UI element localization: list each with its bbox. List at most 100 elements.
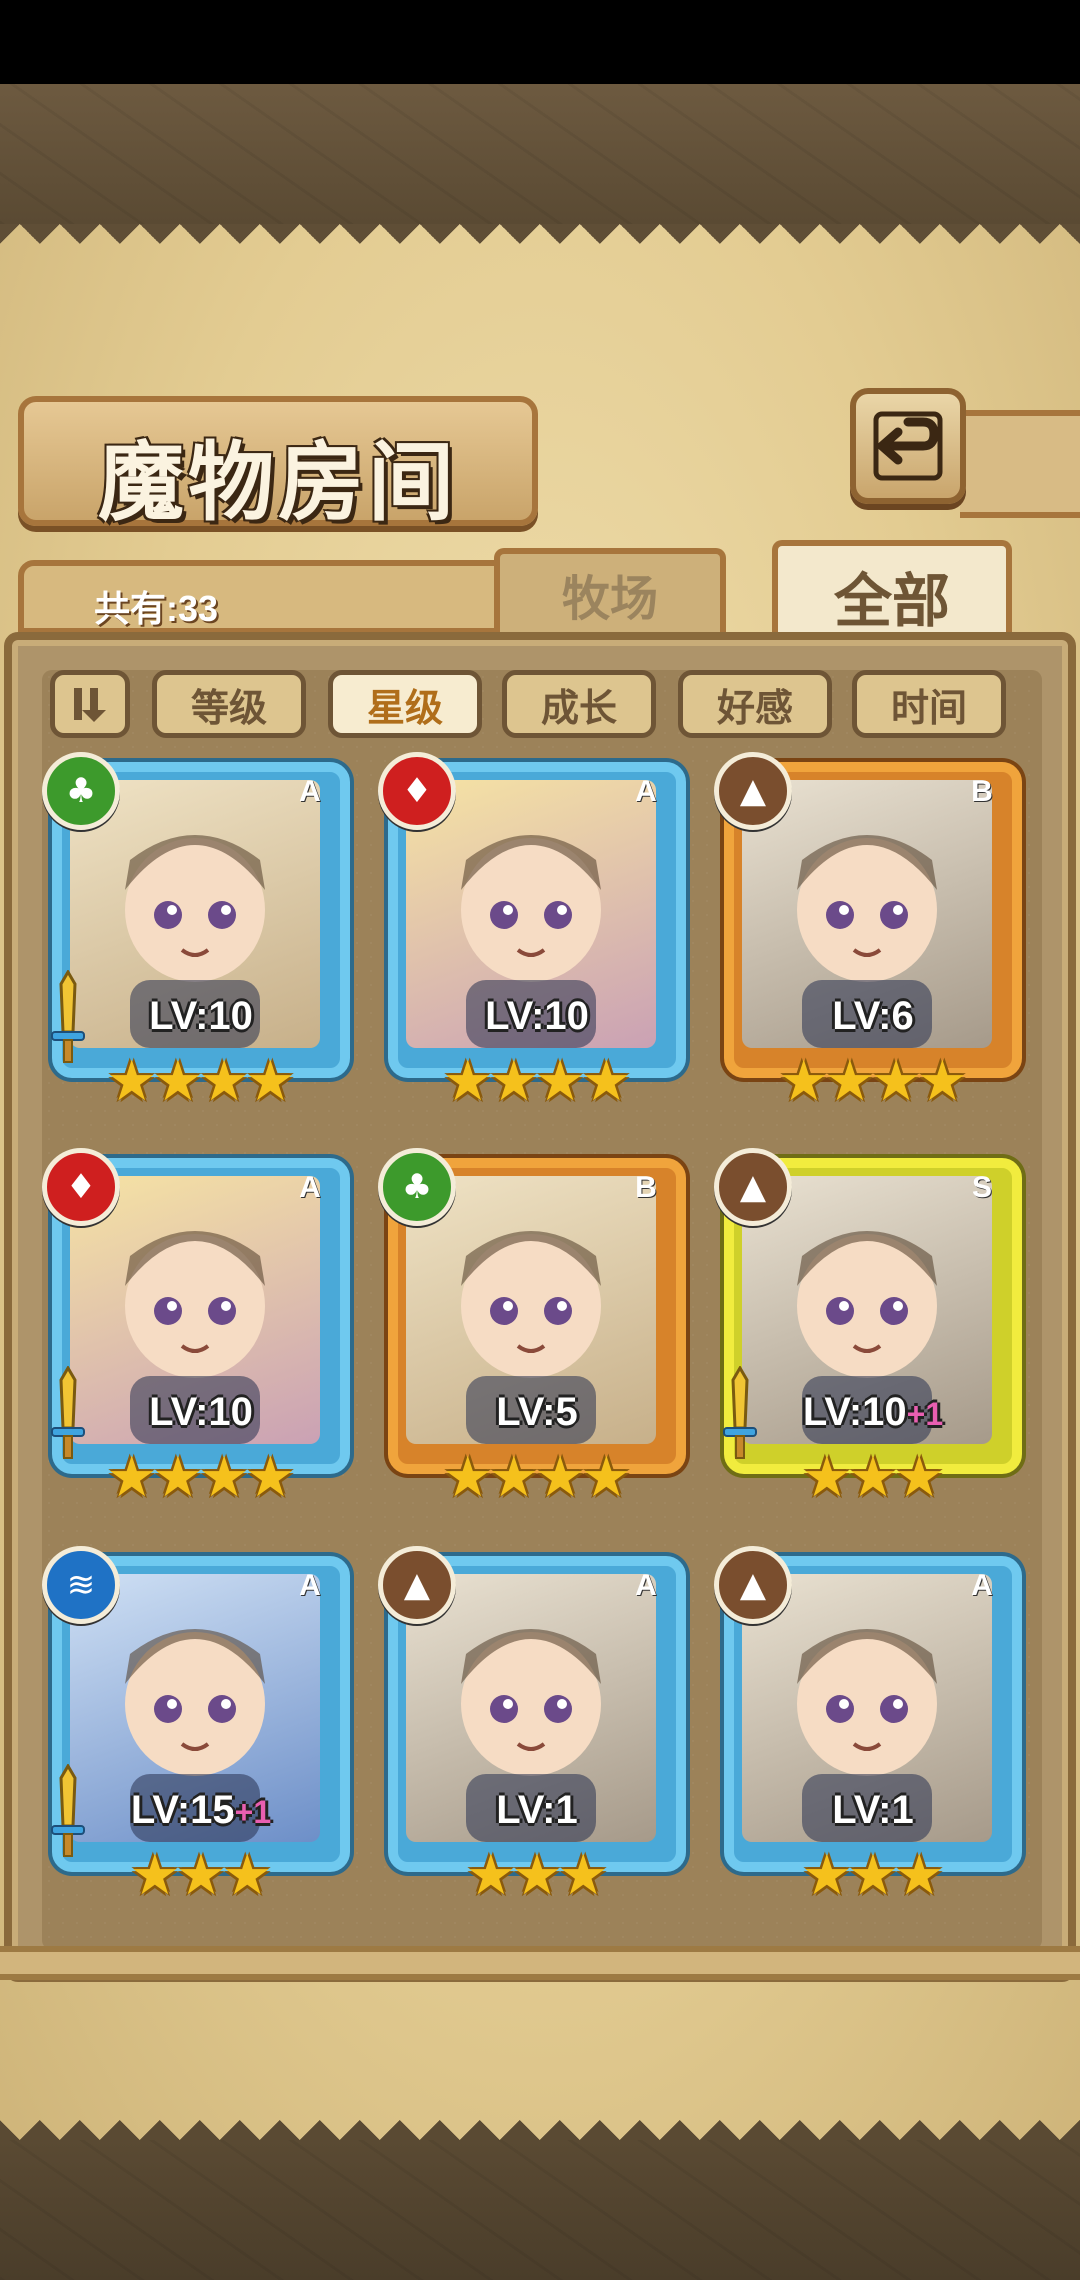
level-value: LV:1 bbox=[832, 1788, 914, 1832]
level-label: LV:10 bbox=[382, 994, 692, 1039]
star-icon: ★ bbox=[129, 1843, 180, 1908]
star-rating: ★★★★ bbox=[382, 1054, 692, 1110]
monster-card[interactable]: A ▲ LV:1 ★★★ bbox=[378, 1546, 692, 1920]
level-label: LV:10 bbox=[46, 994, 356, 1039]
star-icon: ★ bbox=[801, 1445, 852, 1510]
sort-direction-icon bbox=[74, 688, 106, 722]
rank-badge: A bbox=[971, 1569, 993, 1602]
nature-element-icon: ♣ bbox=[378, 1148, 456, 1226]
rank-badge: A bbox=[635, 775, 657, 808]
page-title: 魔物房间 bbox=[98, 432, 458, 533]
status-bar bbox=[0, 0, 1080, 84]
star-icon: ★ bbox=[511, 1843, 563, 1908]
sort-affection-button[interactable]: 好感 bbox=[678, 670, 832, 738]
level-value: LV:5 bbox=[496, 1390, 578, 1434]
star-rating: ★★★ bbox=[382, 1848, 692, 1904]
level-value: LV:6 bbox=[832, 994, 914, 1038]
monster-card[interactable]: B ▲ LV:6 ★★★★ bbox=[714, 752, 1028, 1126]
panel-bottom-rail bbox=[0, 1946, 1080, 1980]
monster-card[interactable]: A ♦ LV:10 ★★★★ bbox=[42, 1148, 356, 1522]
level-label: LV:15+1 bbox=[46, 1788, 356, 1833]
earth-element-icon: ▲ bbox=[714, 1148, 792, 1226]
star-icon: ★ bbox=[917, 1049, 968, 1114]
star-icon: ★ bbox=[847, 1843, 899, 1908]
level-bonus: +1 bbox=[906, 1396, 944, 1432]
sort-time-button[interactable]: 时间 bbox=[852, 670, 1006, 738]
level-label: LV:10 bbox=[46, 1390, 356, 1435]
star-rating: ★★★ bbox=[718, 1848, 1028, 1904]
star-icon: ★ bbox=[442, 1049, 493, 1114]
star-icon: ★ bbox=[535, 1049, 586, 1114]
level-value: LV:1 bbox=[496, 1788, 578, 1832]
star-icon: ★ bbox=[442, 1445, 493, 1510]
star-icon: ★ bbox=[465, 1843, 516, 1908]
star-rating: ★★★★ bbox=[718, 1054, 1028, 1110]
sort-level-button[interactable]: 等级 bbox=[152, 670, 306, 738]
sort-star-button[interactable]: 星级 bbox=[328, 670, 482, 738]
star-icon: ★ bbox=[778, 1049, 829, 1114]
star-icon: ★ bbox=[847, 1445, 899, 1510]
earth-element-icon: ▲ bbox=[714, 752, 792, 830]
tab-all[interactable]: 全部 bbox=[772, 540, 1012, 646]
sort-growth-button[interactable]: 成长 bbox=[502, 670, 656, 738]
star-rating: ★★★ bbox=[46, 1848, 356, 1904]
star-rating: ★★★★ bbox=[46, 1054, 356, 1110]
level-value: LV:10 bbox=[485, 994, 589, 1038]
monster-count: 共有:33 bbox=[94, 588, 219, 629]
level-label: LV:6 bbox=[718, 994, 1028, 1039]
star-icon: ★ bbox=[488, 1445, 539, 1510]
map-background-bottom bbox=[0, 2140, 1080, 2280]
level-label: LV:10+1 bbox=[718, 1390, 1028, 1435]
monster-card[interactable]: A ♦ LV:10 ★★★★ bbox=[378, 752, 692, 1126]
header-rail bbox=[960, 410, 1080, 518]
level-value: LV:10 bbox=[149, 994, 253, 1038]
star-icon: ★ bbox=[106, 1049, 157, 1114]
star-icon: ★ bbox=[199, 1049, 250, 1114]
level-value: LV:15 bbox=[130, 1788, 235, 1832]
fire-element-icon: ♦ bbox=[378, 752, 456, 830]
star-icon: ★ bbox=[871, 1049, 922, 1114]
level-value: LV:10 bbox=[802, 1390, 907, 1434]
star-icon: ★ bbox=[488, 1049, 539, 1114]
tab-farm[interactable]: 牧场 bbox=[494, 548, 726, 634]
rank-badge: A bbox=[299, 1569, 321, 1602]
star-icon: ★ bbox=[824, 1049, 875, 1114]
star-icon: ★ bbox=[581, 1049, 632, 1114]
star-rating: ★★★★ bbox=[382, 1450, 692, 1506]
monster-card[interactable]: S ▲ LV:10+1 ★★★ bbox=[714, 1148, 1028, 1522]
nature-element-icon: ♣ bbox=[42, 752, 120, 830]
earth-element-icon: ▲ bbox=[714, 1546, 792, 1624]
fire-element-icon: ♦ bbox=[42, 1148, 120, 1226]
back-arrow-icon bbox=[873, 411, 943, 481]
star-icon: ★ bbox=[581, 1445, 632, 1510]
star-icon: ★ bbox=[535, 1445, 586, 1510]
star-icon: ★ bbox=[222, 1843, 273, 1908]
rank-badge: A bbox=[299, 775, 321, 808]
rank-badge: B bbox=[635, 1171, 657, 1204]
rank-badge: A bbox=[299, 1171, 321, 1204]
monster-card[interactable]: A ▲ LV:1 ★★★ bbox=[714, 1546, 1028, 1920]
monster-card[interactable]: B ♣ LV:5 ★★★★ bbox=[378, 1148, 692, 1522]
star-icon: ★ bbox=[152, 1445, 203, 1510]
monster-card[interactable]: A ≋ LV:15+1 ★★★ bbox=[42, 1546, 356, 1920]
torn-edge-bottom bbox=[0, 2100, 1080, 2140]
star-icon: ★ bbox=[801, 1843, 852, 1908]
star-rating: ★★★★ bbox=[46, 1450, 356, 1506]
title-plate: 魔物房间 bbox=[18, 396, 538, 533]
monster-count-bar: 共有:33 bbox=[18, 560, 518, 634]
monster-card[interactable]: A ♣ LV:10 ★★★★ bbox=[42, 752, 356, 1126]
sort-order-toggle[interactable] bbox=[50, 670, 130, 738]
star-icon: ★ bbox=[894, 1445, 945, 1510]
torn-edge-top bbox=[0, 224, 1080, 264]
level-bonus: +1 bbox=[234, 1794, 272, 1830]
level-label: LV:1 bbox=[718, 1788, 1028, 1833]
level-label: LV:5 bbox=[382, 1390, 692, 1435]
rank-badge: A bbox=[635, 1569, 657, 1602]
earth-element-icon: ▲ bbox=[378, 1546, 456, 1624]
star-icon: ★ bbox=[245, 1445, 296, 1510]
star-icon: ★ bbox=[175, 1843, 227, 1908]
water-element-icon: ≋ bbox=[42, 1546, 120, 1624]
back-button[interactable] bbox=[850, 388, 966, 504]
star-rating: ★★★ bbox=[718, 1450, 1028, 1506]
rank-badge: S bbox=[971, 1171, 992, 1204]
